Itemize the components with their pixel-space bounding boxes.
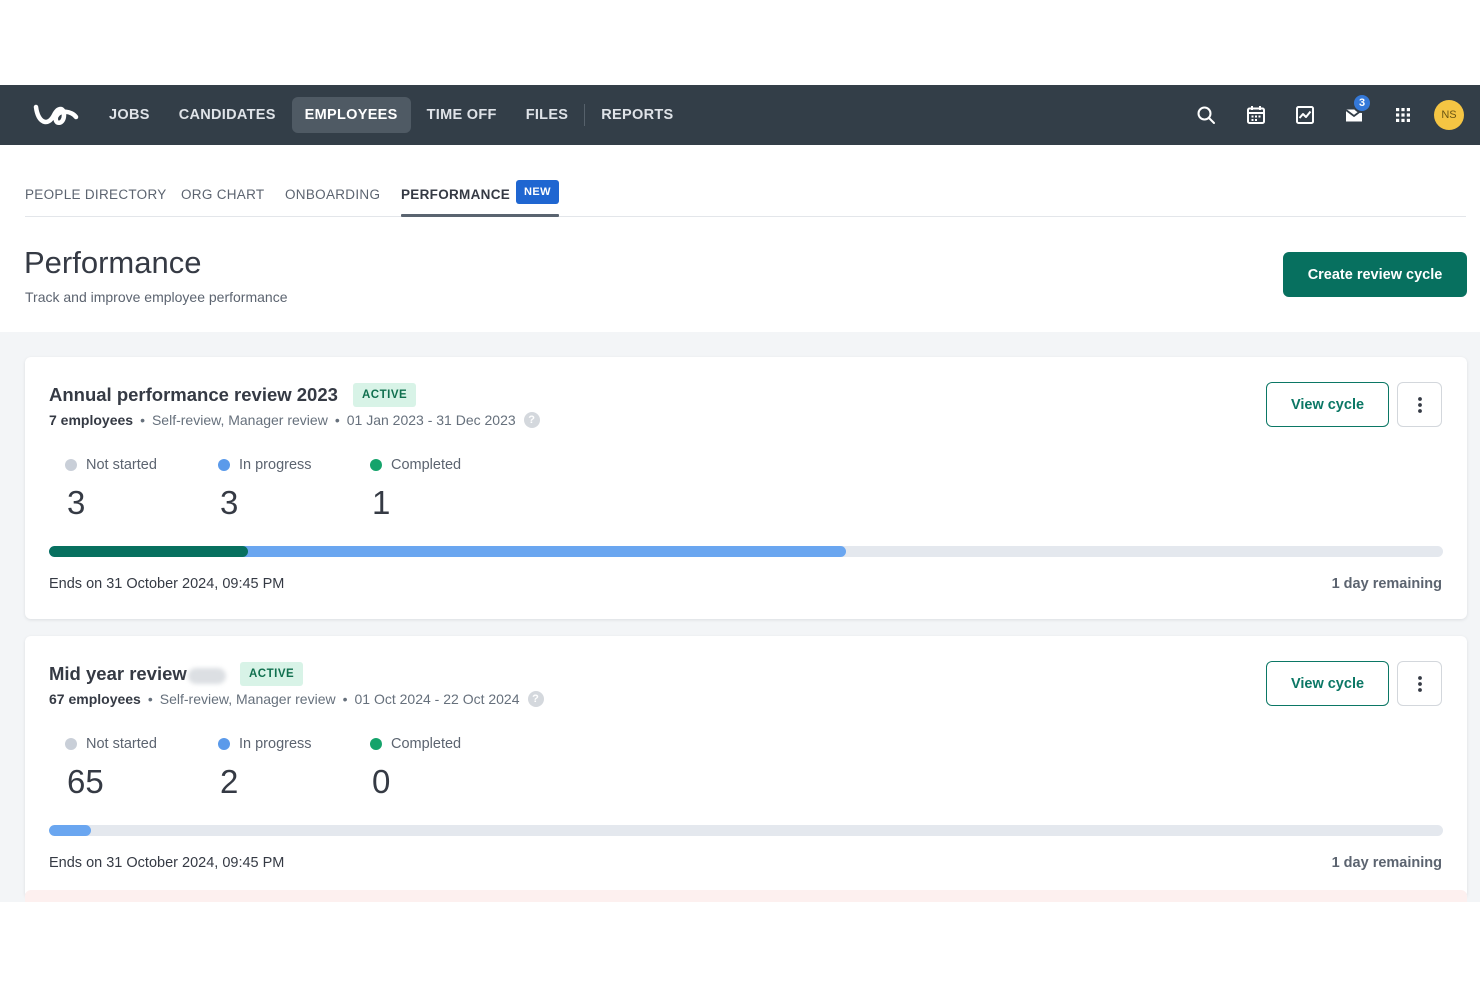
time-remaining: 1 day remaining (1331, 576, 1442, 592)
more-options-button[interactable] (1397, 382, 1442, 427)
stat-completed: Completed 1 (370, 457, 461, 522)
review-cycle-card: Mid year review ACTIVE 67 employees • Se… (25, 636, 1467, 898)
cycle-meta: 7 employees • Self-review, Manager revie… (49, 412, 540, 428)
review-types: Self-review, Manager review (159, 691, 336, 707)
nav-item-time-off[interactable]: TIME OFF (414, 97, 510, 133)
status-badge: ACTIVE (353, 383, 417, 407)
new-badge: NEW (516, 180, 559, 204)
more-options-button[interactable] (1397, 661, 1442, 706)
meta-separator: • (147, 691, 153, 707)
page-title: Performance (24, 245, 202, 280)
stat-label: Not started (86, 457, 157, 473)
stat-value: 2 (220, 763, 239, 800)
activity-icon[interactable] (1293, 103, 1317, 127)
stat-completed: Completed 0 (370, 736, 461, 801)
apps-grid-icon[interactable] (1391, 103, 1415, 127)
page-subtitle: Track and improve employee performance (25, 289, 288, 305)
stat-not-started: Not started 3 (65, 457, 157, 522)
end-date: Ends on 31 October 2024, 09:45 PM (49, 576, 285, 592)
stat-value: 3 (220, 484, 239, 521)
help-icon[interactable]: ? (527, 691, 544, 707)
sub-tabs: PEOPLE DIRECTORY ORG CHART ONBOARDING PE… (25, 180, 1466, 217)
stat-value: 1 (372, 484, 391, 521)
nav-item-reports[interactable]: REPORTS (588, 97, 686, 133)
active-tab-indicator (401, 214, 559, 217)
review-cycle-card: Annual performance review 2023 ACTIVE 7 … (25, 357, 1467, 619)
view-cycle-button[interactable]: View cycle (1266, 382, 1389, 427)
meta-separator: • (334, 412, 340, 428)
tab-performance[interactable]: PERFORMANCE (401, 181, 510, 217)
view-cycle-button[interactable]: View cycle (1266, 661, 1389, 706)
time-remaining: 1 day remaining (1331, 855, 1442, 871)
status-badge: ACTIVE (240, 662, 304, 686)
cycle-title[interactable]: Annual performance review 2023 (49, 384, 338, 406)
kebab-menu-icon (1417, 675, 1422, 692)
create-review-cycle-button[interactable]: Create review cycle (1283, 252, 1467, 297)
employee-count: 67 employees (49, 691, 141, 707)
in-progress-dot-icon (218, 459, 230, 471)
meta-separator: • (140, 412, 145, 428)
cycle-title[interactable]: Mid year review (49, 663, 187, 685)
stat-in-progress: In progress 3 (218, 457, 312, 522)
stat-value: 0 (372, 763, 391, 800)
completed-dot-icon (370, 738, 382, 750)
nav-item-employees[interactable]: EMPLOYEES (291, 97, 411, 133)
progress-completed-segment (49, 546, 249, 557)
stat-not-started: Not started 65 (65, 736, 157, 801)
nav-item-candidates[interactable]: CANDIDATES (166, 97, 289, 133)
completed-dot-icon (370, 459, 382, 471)
app-root: JOBS CANDIDATES EMPLOYEES TIME OFF FILES… (0, 85, 1480, 902)
stat-label: In progress (239, 457, 312, 473)
stat-label: Completed (391, 457, 462, 473)
next-card-preview (25, 890, 1467, 902)
cycle-meta: 67 employees • Self-review, Manager revi… (49, 691, 544, 707)
not-started-dot-icon (65, 459, 77, 471)
redacted-text (188, 668, 226, 684)
meta-separator: • (342, 691, 348, 707)
help-icon[interactable]: ? (523, 412, 540, 428)
progress-bar (49, 825, 1443, 836)
inbox-count-badge: 3 (1352, 93, 1372, 113)
kebab-menu-icon (1417, 396, 1422, 413)
not-started-dot-icon (65, 738, 77, 750)
main-nav: JOBS CANDIDATES EMPLOYEES TIME OFF FILES… (96, 97, 689, 133)
stat-value: 3 (67, 484, 86, 521)
stat-in-progress: In progress 2 (218, 736, 312, 801)
nav-item-jobs[interactable]: JOBS (96, 97, 163, 133)
tab-people-directory[interactable]: PEOPLE DIRECTORY (25, 181, 167, 217)
nav-item-files[interactable]: FILES (513, 97, 582, 133)
date-range: 01 Jan 2023 - 31 Dec 2023 (346, 412, 516, 428)
nav-divider (584, 104, 586, 126)
calendar-icon[interactable] (1244, 103, 1268, 127)
workable-logo-icon[interactable] (32, 99, 80, 131)
page-header: PEOPLE DIRECTORY ORG CHART ONBOARDING PE… (0, 145, 1480, 332)
progress-bar (49, 546, 1443, 557)
date-range: 01 Oct 2024 - 22 Oct 2024 (354, 691, 520, 707)
tab-onboarding[interactable]: ONBOARDING (285, 181, 380, 217)
user-avatar[interactable]: NS (1434, 100, 1464, 130)
progress-in-progress-segment (49, 825, 91, 836)
stat-value: 65 (67, 763, 104, 800)
review-types: Self-review, Manager review (151, 412, 328, 428)
in-progress-dot-icon (218, 738, 230, 750)
tab-org-chart[interactable]: ORG CHART (181, 181, 264, 217)
top-nav: JOBS CANDIDATES EMPLOYEES TIME OFF FILES… (0, 85, 1480, 145)
employee-count: 7 employees (49, 412, 134, 428)
search-icon[interactable] (1194, 103, 1218, 127)
stat-label: Completed (391, 736, 462, 752)
stat-label: In progress (239, 736, 312, 752)
stat-label: Not started (86, 736, 157, 752)
end-date: Ends on 31 October 2024, 09:45 PM (49, 855, 285, 871)
